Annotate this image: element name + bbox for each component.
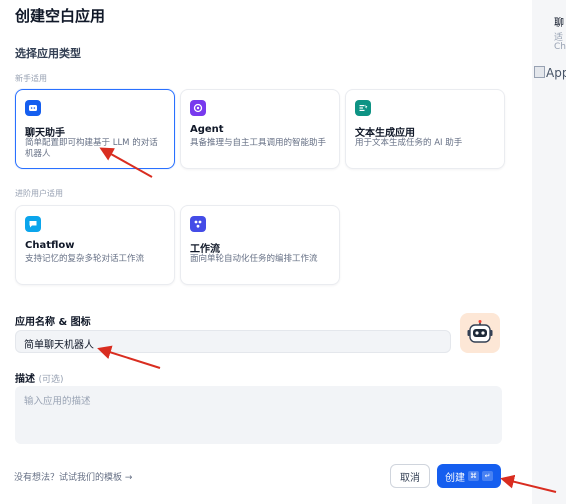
app-type-card-agent[interactable]: Agent 具备推理与自主工具调用的智能助手 xyxy=(180,89,340,169)
create-button-label: 创建 xyxy=(445,472,465,484)
card-description: 具备推理与自主工具调用的智能助手 xyxy=(190,138,327,148)
card-description: 面向单轮自动化任务的编排工作流 xyxy=(190,254,318,264)
workflow-icon xyxy=(190,216,206,232)
text-generation-icon xyxy=(355,100,371,116)
optional-label: (可选) xyxy=(38,375,64,385)
side-preview-panel: 聊 适 Ch App xyxy=(532,0,566,504)
card-title: 工作流 xyxy=(190,244,220,255)
beginner-group-label: 新手适用 xyxy=(15,74,47,83)
broken-image-alt: App xyxy=(546,66,566,80)
app-type-card-chatflow[interactable]: Chatflow 支持记忆的复杂多轮对话工作流 xyxy=(15,205,175,285)
chatflow-icon xyxy=(25,216,41,232)
agent-icon xyxy=(190,100,206,116)
chat-bot-icon xyxy=(25,100,41,116)
dialog-title: 创建空白应用 xyxy=(15,7,106,25)
card-title: Agent xyxy=(190,124,224,135)
create-button[interactable]: 创建 ⌘ ↵ xyxy=(437,464,501,488)
app-name-input[interactable]: 简单聊天机器人 xyxy=(15,330,451,353)
app-type-card-chat-assistant[interactable]: 聊天助手 简单配置即可构建基于 LLM 的对话机器人 xyxy=(15,89,175,169)
app-type-card-workflow[interactable]: 工作流 面向单轮自动化任务的编排工作流 xyxy=(180,205,340,285)
app-type-card-text-generation[interactable]: 文本生成应用 用于文本生成任务的 AI 助手 xyxy=(345,89,505,169)
command-key-icon: ⌘ xyxy=(468,471,479,481)
preview-title: 聊 xyxy=(554,18,564,29)
card-description: 支持记忆的复杂多轮对话工作流 xyxy=(25,254,145,264)
advanced-group-label: 进阶用户适用 xyxy=(15,189,63,198)
app-name-label: 应用名称 & 图标 xyxy=(15,317,91,328)
description-label-text: 描述 xyxy=(15,374,35,385)
card-title: Chatflow xyxy=(25,240,75,251)
card-title: 文本生成应用 xyxy=(355,128,415,139)
robot-avatar-icon[interactable] xyxy=(460,313,500,353)
template-link[interactable]: 没有想法？试试我们的模板 → xyxy=(14,470,132,483)
create-app-dialog: 创建空白应用 选择应用类型 新手适用 聊天助手 简单配置即可构建基于 LLM 的… xyxy=(0,0,532,504)
broken-image-icon xyxy=(534,66,545,78)
card-description: 简单配置即可构建基于 LLM 的对话机器人 xyxy=(25,138,158,159)
app-type-section-label: 选择应用类型 xyxy=(15,47,81,60)
enter-key-icon: ↵ xyxy=(482,471,493,481)
preview-text: Ch xyxy=(554,42,566,52)
broken-image: App xyxy=(534,66,566,80)
cancel-button[interactable]: 取消 xyxy=(390,464,430,488)
description-label: 描述 (可选) xyxy=(15,370,64,385)
card-title: 聊天助手 xyxy=(25,128,65,139)
card-description: 用于文本生成任务的 AI 助手 xyxy=(355,138,463,148)
description-textarea[interactable]: 输入应用的描述 xyxy=(15,386,502,444)
